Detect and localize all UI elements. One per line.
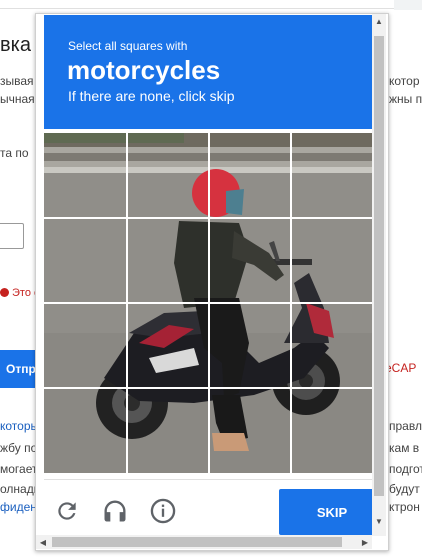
- scroll-up-icon[interactable]: ▲: [372, 14, 386, 28]
- bg-text-line: ктрон: [389, 500, 420, 514]
- bg-text-line: олнадк: [0, 482, 39, 496]
- grid-tile[interactable]: [210, 133, 290, 217]
- grid-tile[interactable]: [44, 133, 126, 217]
- headphones-icon: [104, 500, 126, 522]
- scroll-down-icon[interactable]: ▼: [372, 514, 386, 528]
- skip-button[interactable]: SKIP: [279, 489, 385, 535]
- captcha-image-grid: [44, 133, 373, 473]
- captcha-header: Select all squares with motorcycles If t…: [44, 15, 373, 129]
- bg-text-line: правля: [389, 419, 422, 433]
- grid-tile[interactable]: [292, 219, 373, 302]
- grid-tile[interactable]: [292, 133, 373, 217]
- bg-text-line: котор: [389, 74, 420, 88]
- grid-tile[interactable]: [44, 304, 126, 387]
- grid-tile[interactable]: [128, 389, 208, 473]
- scroll-right-icon[interactable]: ▶: [358, 535, 372, 549]
- grid-tile[interactable]: [210, 389, 290, 473]
- bg-text-line: могает: [0, 462, 38, 476]
- grid-tile[interactable]: [44, 219, 126, 302]
- bg-text-line: подгот: [389, 462, 422, 476]
- top-divider: [0, 8, 422, 9]
- bg-recaptcha-text: eCAP: [385, 361, 417, 375]
- captcha-target-object: motorcycles: [67, 55, 221, 85]
- bg-error: Это с: [0, 287, 40, 299]
- bg-text-line: та по: [0, 146, 29, 160]
- bg-text-line: кам в: [389, 441, 420, 455]
- help-button[interactable]: [148, 496, 178, 526]
- captcha-instruction: Select all squares with: [68, 39, 188, 53]
- scroll-left-icon[interactable]: ◀: [36, 535, 50, 549]
- horizontal-scrollbar[interactable]: ◀ ▶: [36, 535, 372, 549]
- captcha-dialog: Select all squares with motorcycles If t…: [35, 13, 389, 551]
- grid-tile[interactable]: [128, 219, 208, 302]
- top-bar: [394, 0, 422, 10]
- grid-tile[interactable]: [292, 389, 373, 473]
- info-icon: [150, 498, 176, 524]
- error-icon: [0, 288, 9, 297]
- bg-checkbox[interactable]: [0, 223, 24, 249]
- grid-tile[interactable]: [128, 304, 208, 387]
- bg-submit-button[interactable]: Отпр: [0, 350, 36, 388]
- reload-button[interactable]: [52, 496, 82, 526]
- bg-text-line: будут: [389, 482, 420, 496]
- horizontal-scroll-thumb[interactable]: [52, 537, 342, 547]
- reload-icon: [58, 502, 76, 520]
- vertical-scrollbar[interactable]: ▲ ▼: [372, 14, 386, 536]
- vertical-scroll-thumb[interactable]: [374, 36, 384, 496]
- grid-tile[interactable]: [210, 219, 290, 302]
- bg-text-line: жбу по: [0, 441, 38, 455]
- bg-text-line: ычная.: [0, 92, 39, 106]
- captcha-footer: SKIP: [44, 479, 385, 542]
- bg-text-line: жны по: [389, 92, 422, 106]
- grid-tile[interactable]: [128, 133, 208, 217]
- bg-link[interactable]: которы: [0, 419, 39, 433]
- bg-text-line: зывая: [0, 74, 34, 88]
- grid-tile[interactable]: [292, 304, 373, 387]
- grid-tile[interactable]: [210, 304, 290, 387]
- audio-challenge-button[interactable]: [100, 496, 130, 526]
- grid-tile[interactable]: [44, 389, 126, 473]
- captcha-sub-instruction: If there are none, click skip: [68, 88, 235, 104]
